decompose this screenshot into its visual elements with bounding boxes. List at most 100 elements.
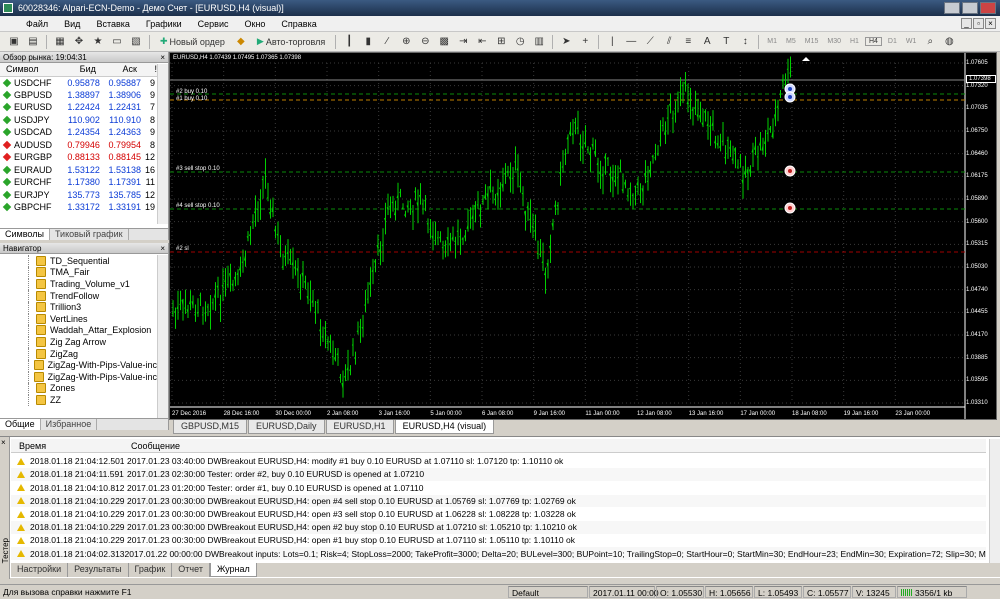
close-icon[interactable]: × — [160, 243, 165, 254]
arrows-icon[interactable]: ↕ — [737, 34, 753, 50]
channel-icon[interactable]: ⫽ — [661, 34, 677, 50]
tab-report[interactable]: Отчет — [172, 563, 210, 577]
tester-icon[interactable]: ▧ — [128, 34, 144, 50]
auto-trading-button[interactable]: ▶ Авто-торговля — [252, 34, 330, 50]
mdi-restore-button[interactable]: ▫ — [973, 18, 984, 29]
market-watch-scrollbar[interactable] — [157, 64, 168, 224]
timeframe-m1[interactable]: M1 — [764, 38, 780, 45]
journal-row[interactable]: 2018.01.18 21:04:10.229 2017.01.23 00:30:… — [11, 508, 986, 521]
market-watch-row[interactable]: EURGBP 0.88133 0.88145 12 — [0, 151, 157, 164]
journal-row[interactable]: 2018.01.18 21:04:11.591 2017.01.23 02:30:… — [11, 468, 986, 481]
minimize-button[interactable] — [944, 2, 960, 14]
market-watch-icon[interactable]: ▦ — [52, 34, 68, 50]
tab-common[interactable]: Общие — [0, 419, 41, 430]
navigator-item[interactable]: ZZ — [0, 394, 157, 407]
market-watch-row[interactable]: GBPCHF 1.33172 1.33191 19 — [0, 201, 157, 214]
navigator-item[interactable]: Zig Zag Arrow — [0, 336, 157, 349]
chart-tab-gbpusd-m15[interactable]: GBPUSD,M15 — [173, 420, 248, 434]
menu-help[interactable]: Справка — [273, 19, 324, 29]
close-button[interactable] — [980, 2, 996, 14]
label-icon[interactable]: T — [718, 34, 734, 50]
templates-icon[interactable]: ▥ — [531, 34, 547, 50]
periods-icon[interactable]: ◷ — [512, 34, 528, 50]
fibonacci-icon[interactable]: ≡ — [680, 34, 696, 50]
navigator-item[interactable]: Waddah_Attar_Explosion — [0, 324, 157, 337]
timeframe-h1[interactable]: H1 — [847, 38, 862, 45]
journal-row[interactable]: 2018.01.18 21:04:10.229 2017.01.23 00:30:… — [11, 494, 986, 508]
tab-journal[interactable]: Журнал — [209, 563, 257, 577]
indicators-icon[interactable]: ⊞ — [493, 34, 509, 50]
journal-row[interactable]: 2018.01.18 21:04:10.229 2017.01.23 00:30:… — [11, 521, 986, 534]
navigator-icon[interactable]: ★ — [90, 34, 106, 50]
text-icon[interactable]: A — [699, 34, 715, 50]
mdi-minimize-button[interactable]: _ — [961, 18, 972, 29]
journal-row[interactable]: 2018.01.18 21:04:02.313 2017.01.22 00:00:… — [11, 547, 986, 560]
new-order-button[interactable]: ✚ Новый ордер — [155, 34, 230, 50]
timeframe-m5[interactable]: M5 — [783, 38, 799, 45]
market-watch-row[interactable]: USDCHF 0.95878 0.95887 9 — [0, 76, 157, 89]
terminal-icon[interactable]: ▭ — [109, 34, 125, 50]
market-watch-row[interactable]: EURCHF 1.17380 1.17391 11 — [0, 176, 157, 189]
market-watch-row[interactable]: USDCAD 1.24354 1.24363 9 — [0, 126, 157, 139]
menu-file[interactable]: Файл — [18, 19, 56, 29]
market-watch-row[interactable]: USDJPY 110.902 110.910 8 — [0, 114, 157, 127]
crosshair-icon[interactable]: + — [577, 34, 593, 50]
timeframe-w1[interactable]: W1 — [903, 38, 920, 45]
market-watch-row[interactable]: EURAUD 1.53122 1.53138 16 — [0, 164, 157, 177]
chart-window[interactable]: EURUSD,H4 1.07439 1.07495 1.07365 1.0739… — [169, 52, 997, 420]
auto-scroll-icon[interactable]: ⇥ — [455, 34, 471, 50]
navigator-item[interactable]: ZigZag-With-Pips-Value-inc — [0, 371, 157, 384]
col-ask[interactable]: Аск — [101, 63, 143, 77]
timeframe-h4[interactable]: H4 — [864, 37, 882, 46]
navigator-item[interactable]: ZigZag-With-Pips-Value-inc — [0, 359, 157, 372]
maximize-button[interactable] — [962, 2, 978, 14]
journal-scrollbar[interactable] — [989, 439, 1000, 563]
chat-icon[interactable]: ◍ — [941, 34, 957, 50]
tile-windows-icon[interactable]: ▩ — [436, 34, 452, 50]
tab-settings[interactable]: Настройки — [11, 563, 69, 577]
trendline-icon[interactable]: ⟋ — [642, 34, 658, 50]
vertical-line-icon[interactable]: | — [604, 34, 620, 50]
market-watch-row[interactable]: EURJPY 135.773 135.785 12 — [0, 189, 157, 202]
journal-row[interactable]: 2018.01.18 21:04:10.229 2017.01.23 00:30:… — [11, 534, 986, 547]
journal-row[interactable]: 2018.01.18 21:04:12.501 2017.01.23 03:40:… — [11, 455, 986, 468]
metaeditor-icon[interactable]: ◆ — [233, 34, 249, 50]
journal-row[interactable]: 2018.01.18 21:04:10.812 2017.01.23 01:20:… — [11, 481, 986, 494]
market-watch-row[interactable]: EURUSD 1.22424 1.22431 7 — [0, 101, 157, 114]
tab-favorites[interactable]: Избранное — [41, 419, 98, 430]
chart-tab-eurusd-daily[interactable]: EURUSD,Daily — [248, 420, 325, 434]
col-message[interactable]: Сообщение — [127, 439, 180, 452]
close-icon[interactable]: × — [160, 52, 165, 63]
navigator-item[interactable]: VertLines — [0, 313, 157, 326]
navigator-item[interactable]: TMA_Fair — [0, 266, 157, 279]
tab-symbols[interactable]: Символы — [0, 229, 50, 240]
close-icon[interactable]: × — [1, 438, 6, 447]
line-chart-icon[interactable]: ∕ — [379, 34, 395, 50]
col-bid[interactable]: Бид — [60, 63, 102, 77]
navigator-item[interactable]: ZigZag — [0, 348, 157, 361]
tab-results[interactable]: Результаты — [68, 563, 129, 577]
chart-shift-icon[interactable]: ⇤ — [474, 34, 490, 50]
timeframe-m15[interactable]: M15 — [802, 38, 822, 45]
zoom-out-icon[interactable]: ⊖ — [417, 34, 433, 50]
navigator-item[interactable]: Trillion3 — [0, 301, 157, 314]
timeframe-m30[interactable]: M30 — [824, 38, 844, 45]
horizontal-line-icon[interactable]: — — [623, 34, 639, 50]
candlestick-icon[interactable]: ▮ — [360, 34, 376, 50]
zoom-in-icon[interactable]: ⊕ — [398, 34, 414, 50]
col-symbol[interactable]: Символ — [0, 63, 61, 77]
menu-insert[interactable]: Вставка — [88, 19, 137, 29]
tab-graph[interactable]: График — [129, 563, 173, 577]
navigator-scrollbar[interactable] — [157, 255, 168, 418]
profiles-icon[interactable]: ▤ — [25, 34, 41, 50]
cursor-icon[interactable]: ➤ — [558, 34, 574, 50]
navigator-item[interactable]: Zones — [0, 382, 157, 395]
col-time[interactable]: Время — [11, 439, 127, 452]
market-watch-row[interactable]: AUDUSD 0.79946 0.79954 8 — [0, 139, 157, 152]
market-watch-row[interactable]: GBPUSD 1.38897 1.38906 9 — [0, 89, 157, 102]
navigator-item[interactable]: TrendFollow — [0, 290, 157, 303]
data-window-icon[interactable]: ✥ — [71, 34, 87, 50]
menu-tools[interactable]: Сервис — [190, 19, 237, 29]
navigator-item[interactable]: TD_Sequential — [0, 255, 157, 268]
menu-charts[interactable]: Графики — [138, 19, 190, 29]
